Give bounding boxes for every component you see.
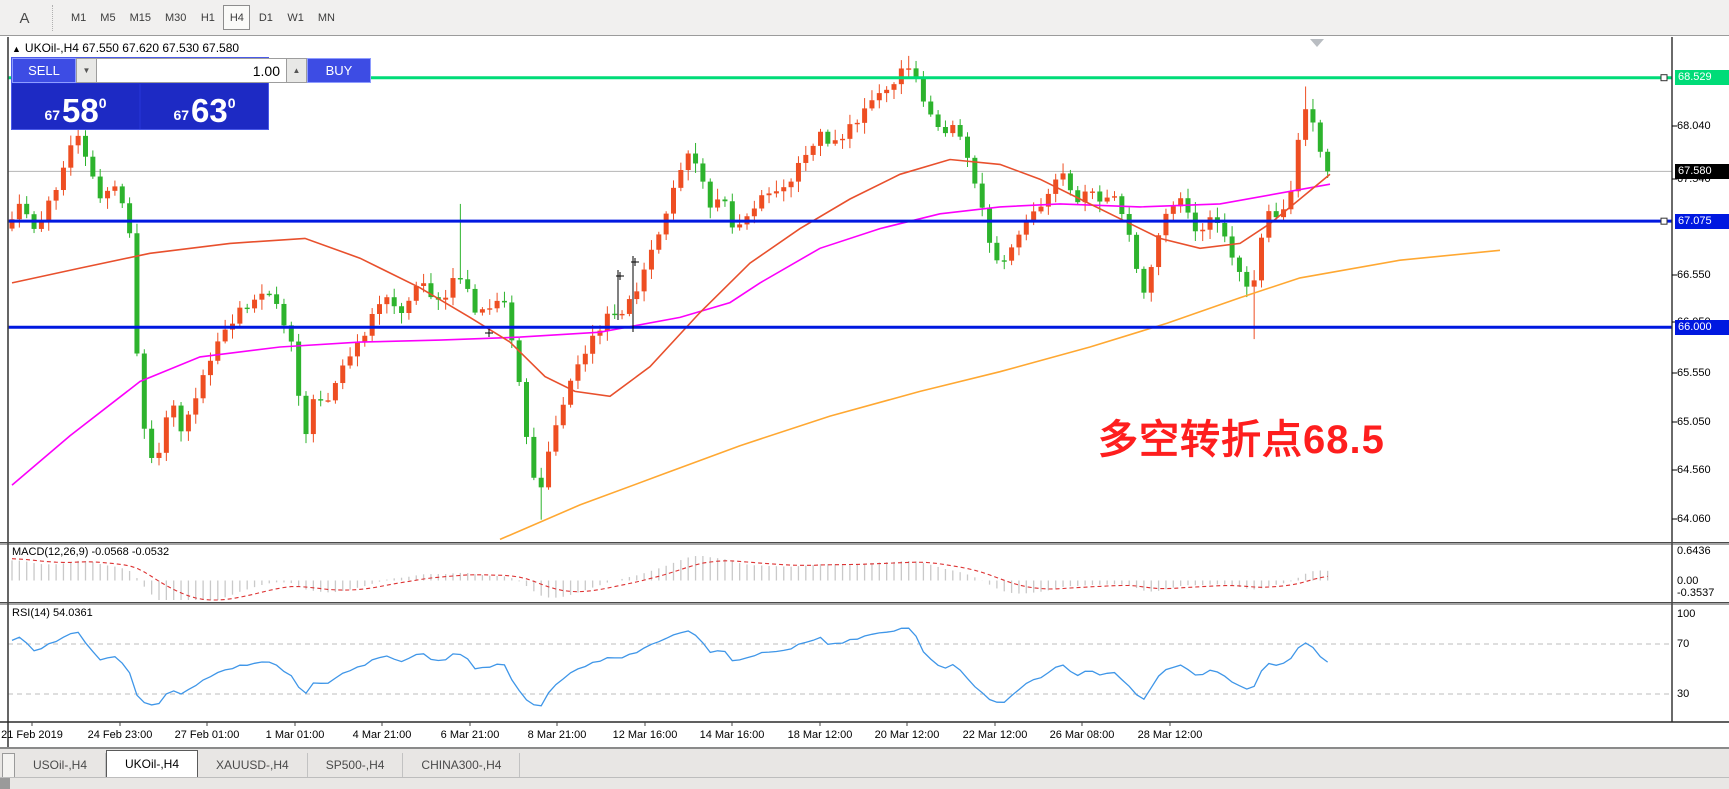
price-tick-label: 65.050 — [1677, 416, 1711, 428]
rsi-tick-label: 30 — [1677, 688, 1689, 700]
toolbar-separator — [52, 5, 58, 31]
timeframe-button-w1[interactable]: W1 — [281, 5, 310, 30]
status-bar — [0, 777, 1729, 789]
timeframe-button-m15[interactable]: M15 — [124, 5, 157, 30]
date-label: 27 Feb 01:00 — [175, 729, 240, 741]
timeframe-button-h1[interactable]: H1 — [194, 5, 221, 30]
trading-terminal-window: ▮▯E▤FAT⇅▾ M1M5M15M30H1H4D1W1MN ▲ UKOil-,H… — [0, 0, 1729, 789]
date-label: 6 Mar 21:00 — [441, 729, 500, 741]
chart-shift-marker-icon[interactable] — [1310, 39, 1324, 47]
chart-tab-china300h4[interactable]: CHINA300-,H4 — [403, 753, 520, 777]
price-marker-label: 67.075 — [1675, 214, 1729, 229]
chart-tab-sp500h4[interactable]: SP500-,H4 — [308, 753, 404, 777]
price-tick-label: 65.550 — [1677, 367, 1711, 379]
macd-tick-label: 0.6436 — [1677, 545, 1711, 557]
buy-price-prefix: 67 — [173, 104, 189, 126]
date-label: 1 Mar 01:00 — [266, 729, 325, 741]
sell-quote[interactable]: 67 58 0 — [12, 84, 139, 129]
price-tick-label: 64.060 — [1677, 513, 1711, 525]
date-label: 22 Mar 12:00 — [963, 729, 1028, 741]
sell-price-sup: 0 — [99, 84, 107, 122]
chart-canvas[interactable] — [0, 37, 1729, 748]
timeframe-button-mn[interactable]: MN — [312, 5, 341, 30]
chart-tab-ukoilh4[interactable]: UKOil-,H4 — [106, 750, 198, 777]
date-label: 26 Mar 08:00 — [1050, 729, 1115, 741]
buy-price-sup: 0 — [228, 84, 236, 122]
volume-increment-button[interactable]: ▲ — [286, 58, 307, 83]
date-label: 18 Mar 12:00 — [788, 729, 853, 741]
chart-tab-xauusdh4[interactable]: XAUUSD-,H4 — [198, 753, 308, 777]
sell-price-main: 58 — [62, 96, 99, 126]
chart-tab-usoilh4[interactable]: USOil-,H4 — [15, 753, 106, 777]
date-label: 21 Feb 2019 — [1, 729, 63, 741]
price-marker-label: 67.580 — [1675, 164, 1729, 179]
status-resize-handle — [0, 778, 10, 789]
chart-window: ▲ UKOil-,H4 67.550 67.620 67.530 67.580 S… — [0, 37, 1729, 748]
timeframe-button-d1[interactable]: D1 — [252, 5, 279, 30]
timeframe-button-m30[interactable]: M30 — [159, 5, 192, 30]
date-label: 28 Mar 12:00 — [1138, 729, 1203, 741]
one-click-panel-toggle-icon[interactable]: ▲ — [12, 44, 21, 54]
tab-stub[interactable] — [2, 753, 15, 777]
buy-button[interactable]: BUY — [307, 58, 371, 83]
rsi-tick-label: 70 — [1677, 638, 1689, 650]
macd-tick-label: 0.00 — [1677, 575, 1698, 587]
date-label: 12 Mar 16:00 — [613, 729, 678, 741]
volume-decrement-button[interactable]: ▼ — [76, 58, 97, 83]
price-tick-label: 68.040 — [1677, 120, 1711, 132]
sell-price-prefix: 67 — [44, 104, 60, 126]
chart-tab-bar: USOil-,H4UKOil-,H4XAUUSD-,H4SP500-,H4CHI… — [0, 748, 1729, 777]
chart-text-annotation[interactable]: 多空转折点68.5 — [1098, 407, 1385, 465]
price-marker-label: 66.000 — [1675, 320, 1729, 335]
rsi-indicator-label: RSI(14) 54.0361 — [12, 607, 93, 619]
date-label: 4 Mar 21:00 — [353, 729, 412, 741]
font-icon[interactable]: A — [8, 4, 42, 32]
rsi-tick-label: 100 — [1677, 608, 1695, 620]
date-label: 24 Feb 23:00 — [88, 729, 153, 741]
volume-input[interactable] — [97, 58, 286, 83]
macd-indicator-label: MACD(12,26,9) -0.0568 -0.0532 — [12, 546, 169, 558]
symbol-ohlc-text: UKOil-,H4 67.550 67.620 67.530 67.580 — [25, 41, 239, 55]
price-marker-label: 68.529 — [1675, 70, 1729, 85]
buy-quote[interactable]: 67 63 0 — [141, 84, 268, 129]
timeframe-button-h4[interactable]: H4 — [223, 5, 250, 30]
date-label: 20 Mar 12:00 — [875, 729, 940, 741]
buy-price-main: 63 — [191, 96, 228, 126]
price-tick-label: 64.560 — [1677, 464, 1711, 476]
price-tick-label: 66.550 — [1677, 269, 1711, 281]
date-label: 14 Mar 16:00 — [700, 729, 765, 741]
date-label: 8 Mar 21:00 — [528, 729, 587, 741]
macd-tick-label: -0.3537 — [1677, 587, 1714, 599]
top-toolbar: ▮▯E▤FAT⇅▾ M1M5M15M30H1H4D1W1MN — [0, 0, 1729, 36]
sell-button[interactable]: SELL — [12, 58, 76, 83]
symbol-header: ▲ UKOil-,H4 67.550 67.620 67.530 67.580 — [12, 41, 239, 55]
timeframe-button-m5[interactable]: M5 — [94, 5, 121, 30]
one-click-trade-panel: SELL ▼ ▲ BUY 67 58 0 67 63 0 — [11, 57, 269, 130]
timeframe-button-m1[interactable]: M1 — [65, 5, 92, 30]
